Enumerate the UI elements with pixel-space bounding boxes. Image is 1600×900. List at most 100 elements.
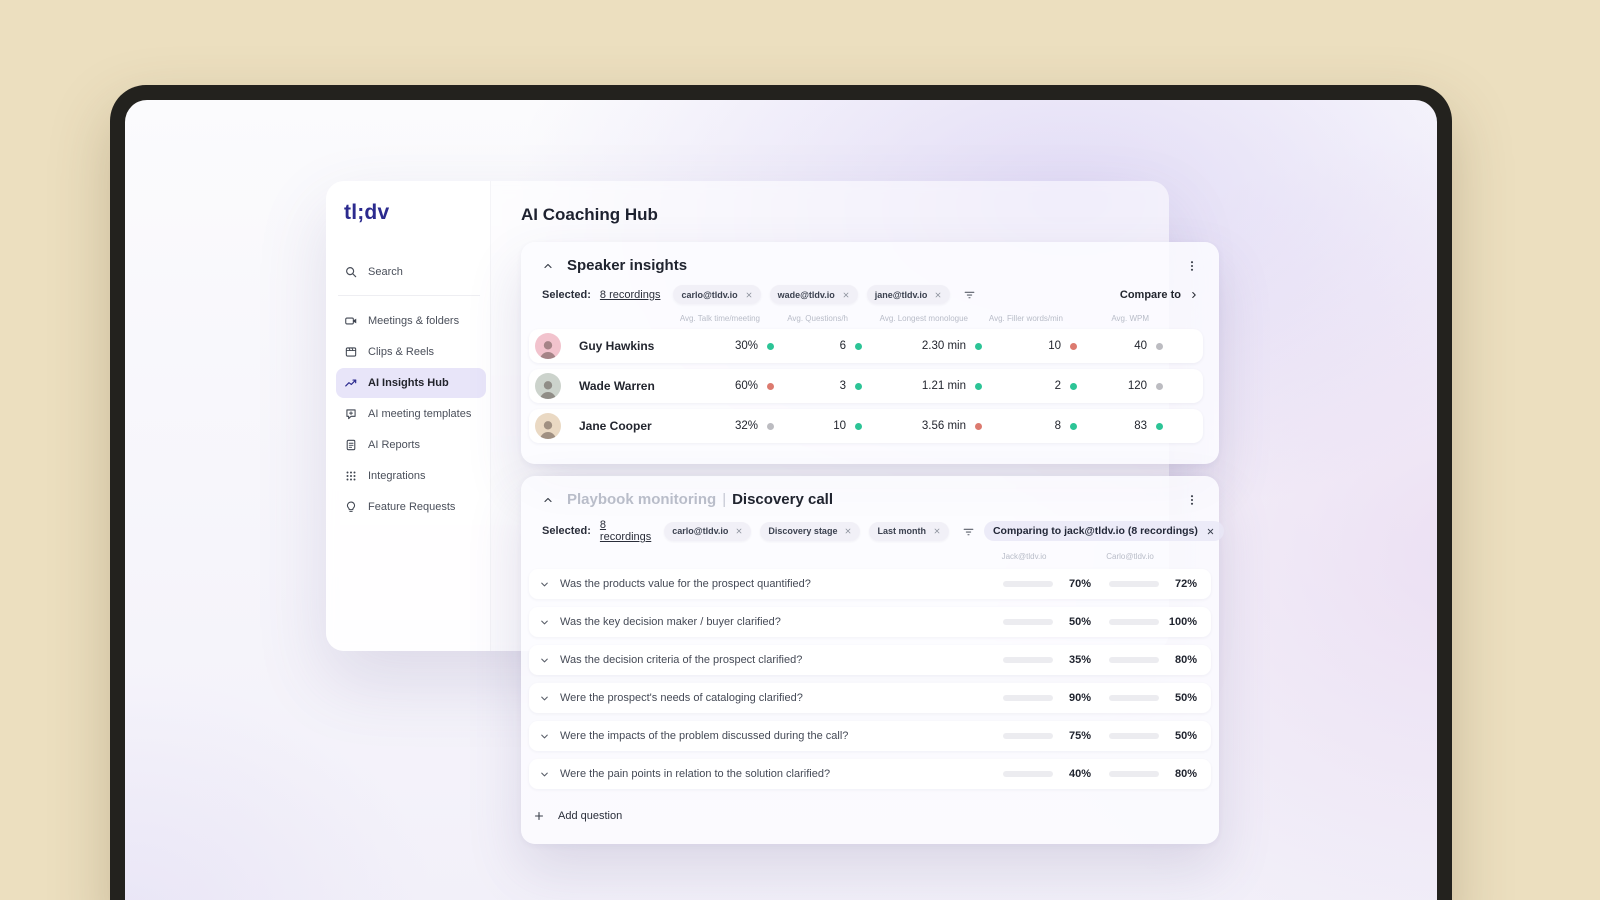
speaker-insights-title: Speaker insights bbox=[567, 257, 688, 274]
score-bar: 35% bbox=[997, 654, 1091, 666]
score-bar: 40% bbox=[997, 768, 1091, 780]
kebab-menu-icon[interactable] bbox=[1185, 493, 1199, 507]
sidebar-item-ai-reports[interactable]: AI Reports bbox=[336, 430, 486, 460]
status-dot bbox=[1156, 382, 1163, 390]
metric-cell: 1.21 min bbox=[862, 380, 982, 392]
comparing-to-chip[interactable]: Comparing to jack@tldv.io (8 recordings) bbox=[983, 521, 1224, 541]
question-row[interactable]: Was the key decision maker / buyer clari… bbox=[529, 607, 1211, 637]
question-row[interactable]: Were the prospect's needs of cataloging … bbox=[529, 683, 1211, 713]
question-text: Was the decision criteria of the prospec… bbox=[560, 654, 803, 666]
metric-value: 10 bbox=[1048, 340, 1061, 352]
laptop-screen: tl;dv Search Meetings & folders Clips & … bbox=[125, 100, 1437, 900]
filter-chip-carlo-tldv-io[interactable]: carlo@tldv.io bbox=[664, 521, 752, 541]
speaker-name: Guy Hawkins bbox=[579, 339, 655, 353]
close-icon[interactable] bbox=[735, 527, 743, 535]
status-dot bbox=[855, 342, 862, 350]
metric-value: 10 bbox=[833, 420, 846, 432]
chevron-up-icon[interactable] bbox=[542, 260, 554, 272]
filter-icon[interactable] bbox=[963, 288, 976, 301]
score-percent: 72% bbox=[1174, 578, 1197, 590]
metric-value: 3 bbox=[839, 380, 846, 392]
metric-cell: 40 bbox=[1077, 340, 1163, 352]
sidebar-item-feature-requests[interactable]: Feature Requests bbox=[336, 492, 486, 522]
speaker-row-guy-hawkins[interactable]: Guy Hawkins 30% 6 2.30 min 10 40 bbox=[529, 329, 1203, 363]
playbook-title: Playbook monitoring | Discovery call bbox=[567, 491, 833, 508]
column-header: Avg. WPM bbox=[1111, 314, 1149, 323]
speaker-name: Wade Warren bbox=[579, 379, 655, 393]
question-row[interactable]: Was the products value for the prospect … bbox=[529, 569, 1211, 599]
score-bar: 80% bbox=[1103, 654, 1197, 666]
metric-value: 6 bbox=[839, 340, 846, 352]
sidebar-divider bbox=[338, 295, 480, 296]
selected-recordings-link[interactable]: 8 recordings bbox=[600, 289, 661, 301]
sidebar-item-clips-reels[interactable]: Clips & Reels bbox=[336, 337, 486, 367]
selected-label: Selected: bbox=[542, 288, 591, 301]
metric-cell: 83 bbox=[1077, 420, 1163, 432]
avatar bbox=[535, 373, 561, 399]
chevron-down-icon[interactable] bbox=[539, 769, 550, 780]
column-header: Avg. Filler words/min bbox=[988, 314, 1063, 323]
close-icon[interactable] bbox=[1206, 527, 1215, 536]
sidebar-search[interactable]: Search bbox=[344, 265, 478, 279]
close-icon[interactable] bbox=[842, 291, 850, 299]
sidebar-item-ai-insights-hub[interactable]: AI Insights Hub bbox=[336, 368, 486, 398]
close-icon[interactable] bbox=[745, 291, 753, 299]
filter-chip-wade-tldv-io[interactable]: wade@tldv.io bbox=[769, 285, 858, 304]
metric-cell: 3 bbox=[774, 380, 862, 392]
status-dot bbox=[1070, 422, 1077, 430]
close-icon[interactable] bbox=[934, 291, 942, 299]
sidebar-item-integrations[interactable]: Integrations bbox=[336, 461, 486, 491]
speaker-row-wade-warren[interactable]: Wade Warren 60% 3 1.21 min 2 120 bbox=[529, 369, 1203, 403]
filter-chip-discovery-stage[interactable]: Discovery stage bbox=[760, 521, 861, 541]
score-percent: 100% bbox=[1168, 616, 1197, 628]
filter-chip-carlo-tldv-io[interactable]: carlo@tldv.io bbox=[673, 285, 761, 304]
chevron-down-icon[interactable] bbox=[539, 731, 550, 742]
metric-value: 83 bbox=[1134, 420, 1147, 432]
laptop-frame: tl;dv Search Meetings & folders Clips & … bbox=[110, 85, 1452, 900]
close-icon[interactable] bbox=[844, 527, 852, 535]
metric-value: 2.30 min bbox=[921, 340, 966, 352]
question-row[interactable]: Were the impacts of the problem discusse… bbox=[529, 721, 1211, 751]
add-question-button[interactable]: Add question bbox=[533, 802, 1211, 830]
grid-icon bbox=[344, 469, 358, 483]
status-dot bbox=[1156, 422, 1163, 430]
metric-cell: 60% bbox=[674, 380, 774, 392]
filter-chip-last-month[interactable]: Last month bbox=[869, 521, 949, 541]
selected-recordings-link[interactable]: 8 recordings bbox=[600, 519, 651, 543]
speaker-name: Jane Cooper bbox=[579, 419, 652, 433]
chevron-down-icon[interactable] bbox=[539, 655, 550, 666]
person-icon bbox=[536, 377, 560, 399]
chevron-right-icon bbox=[1189, 290, 1199, 300]
score-percent: 50% bbox=[1174, 692, 1197, 704]
question-text: Were the prospect's needs of cataloging … bbox=[560, 692, 803, 704]
search-icon bbox=[344, 265, 358, 279]
chevron-down-icon[interactable] bbox=[539, 693, 550, 704]
sidebar-item-meetings-folders[interactable]: Meetings & folders bbox=[336, 306, 486, 336]
chevron-down-icon[interactable] bbox=[539, 617, 550, 628]
chevron-down-icon[interactable] bbox=[539, 579, 550, 590]
person-icon bbox=[536, 417, 560, 439]
compare-to-button[interactable]: Compare to bbox=[1120, 289, 1199, 301]
person-icon bbox=[536, 337, 560, 359]
close-icon[interactable] bbox=[933, 527, 941, 535]
score-bar: 50% bbox=[1103, 730, 1197, 742]
plus-icon bbox=[533, 810, 545, 822]
column-header: Avg. Questions/h bbox=[787, 314, 848, 323]
chevron-up-icon[interactable] bbox=[542, 494, 554, 506]
app-logo: tl;dv bbox=[344, 201, 390, 224]
question-row[interactable]: Was the decision criteria of the prospec… bbox=[529, 645, 1211, 675]
status-dot bbox=[855, 422, 862, 430]
metric-value: 60% bbox=[734, 380, 758, 392]
score-bar: 100% bbox=[1103, 616, 1197, 628]
metric-cell: 32% bbox=[674, 420, 774, 432]
kebab-menu-icon[interactable] bbox=[1185, 259, 1199, 273]
question-row[interactable]: Were the pain points in relation to the … bbox=[529, 759, 1211, 789]
metric-cell: 3.56 min bbox=[862, 420, 982, 432]
filter-chip-jane-tldv-io[interactable]: jane@tldv.io bbox=[866, 285, 951, 304]
speaker-row-jane-cooper[interactable]: Jane Cooper 32% 10 3.56 min 8 83 bbox=[529, 409, 1203, 443]
question-list: Was the products value for the prospect … bbox=[521, 569, 1219, 789]
filter-icon[interactable] bbox=[962, 525, 975, 538]
sidebar-item-ai-meeting-templates[interactable]: AI meeting templates bbox=[336, 399, 486, 429]
status-dot bbox=[1070, 382, 1077, 390]
comparison-column-headers: Jack@tldv.io Carlo@tldv.io bbox=[521, 552, 1197, 561]
